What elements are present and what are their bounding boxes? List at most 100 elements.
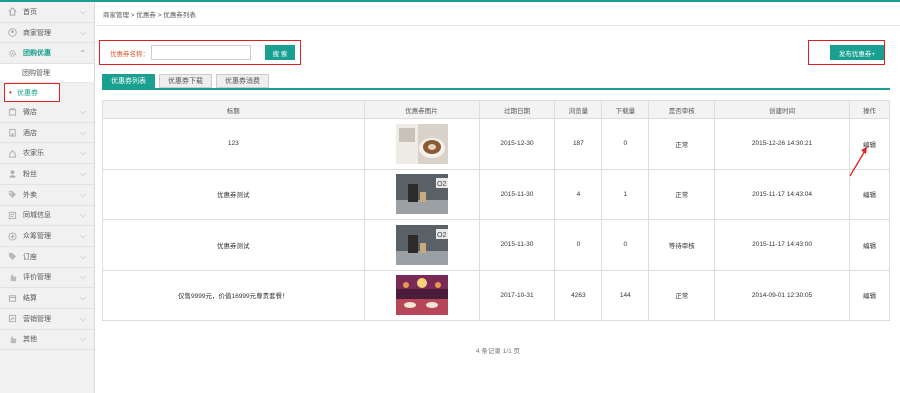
- edit-link[interactable]: 编辑: [849, 269, 890, 321]
- chevron-down-icon: ⌵: [79, 106, 86, 116]
- cell-image: O2: [363, 168, 480, 220]
- sidebar-item-local-info[interactable]: 同城信息 ⌵: [0, 206, 94, 227]
- bullet-icon: •: [9, 88, 12, 98]
- sidebar-item-label: 众筹管理: [23, 233, 51, 241]
- sidebar-item-label: 商家管理: [23, 29, 51, 37]
- svg-text:O2: O2: [437, 232, 446, 239]
- sidebar-item-label: 农家乐: [23, 150, 44, 158]
- seat-icon: [7, 252, 17, 262]
- sidebar-subitem-group-manage[interactable]: 团购管理: [0, 64, 94, 84]
- gear-icon: [7, 48, 17, 58]
- col-header-views: 浏览量: [554, 100, 603, 119]
- sidebar-item-settlement[interactable]: 结算 ⌵: [0, 288, 94, 309]
- sidebar-item-label: 评价管理: [23, 274, 51, 282]
- settle-icon: [7, 293, 17, 303]
- chevron-down-icon: ⌵: [79, 27, 86, 37]
- sidebar-item-label: 首页: [23, 8, 37, 16]
- chevron-down-icon: ⌵: [79, 293, 86, 303]
- other-icon: [7, 334, 17, 344]
- chevron-down-icon: ⌵: [79, 210, 86, 220]
- chevron-down-icon: ⌵: [79, 189, 86, 199]
- col-header-audit: 是否审核: [648, 100, 716, 119]
- sidebar-item-other[interactable]: 其他 ⌵: [0, 330, 94, 351]
- review-icon: [7, 272, 17, 282]
- sidebar-subitem-coupon[interactable]: • 优惠券: [4, 83, 60, 103]
- col-header-image: 优惠券图片: [363, 100, 480, 119]
- cell-created: 2014-09-01 12:30:05: [714, 269, 850, 321]
- cell-title: 仅售9999元，价值16999元尊贵套餐！: [102, 269, 365, 321]
- breadcrumb: 商家管理 > 优惠券 > 优惠券列表: [103, 12, 196, 19]
- sidebar-item-marketing[interactable]: 营销管理 ⌵: [0, 309, 94, 330]
- search-button[interactable]: 搜 索: [265, 45, 295, 60]
- cell-image: [363, 269, 480, 321]
- sidebar-item-label: 微店: [23, 108, 37, 116]
- chevron-down-icon: ⌵: [79, 148, 86, 158]
- col-header-title: 标题: [102, 100, 365, 119]
- svg-text:O2: O2: [437, 181, 446, 188]
- cell-expire: 2017-10-31: [478, 269, 556, 321]
- crowdfund-icon: [7, 231, 17, 241]
- sidebar-item-home[interactable]: 首页 ⌵: [0, 2, 94, 23]
- cell-expire: 2015-11-30: [478, 168, 556, 220]
- sidebar-item-label: 其他: [23, 336, 37, 344]
- marketing-icon: [7, 314, 17, 324]
- sidebar-item-label: 结算: [23, 295, 37, 303]
- sidebar-item-reviews[interactable]: 评价管理 ⌵: [0, 268, 94, 289]
- chevron-down-icon: ⌵: [79, 127, 86, 137]
- sidebar-item-fans[interactable]: 粉丝 ⌵: [0, 164, 94, 185]
- cell-audit: 正常: [648, 168, 716, 220]
- divider: [96, 25, 900, 26]
- chevron-down-icon: ⌵: [79, 334, 86, 344]
- pagination-info: 4 条记录 1/1 页: [475, 348, 521, 355]
- publish-coupon-button[interactable]: 发布优惠券+: [830, 45, 884, 60]
- chevron-up-icon: ⌃: [79, 48, 86, 58]
- shop-icon: [7, 107, 17, 117]
- annotation-arrow-icon: [849, 147, 867, 177]
- o2o-ad-photo: O2: [395, 174, 448, 215]
- chevron-down-icon: ⌵: [79, 313, 86, 323]
- fans-icon: [7, 169, 17, 179]
- sidebar-item-label: 同城信息: [23, 212, 51, 220]
- chevron-down-icon: ⌵: [79, 251, 86, 261]
- tab-coupon-list[interactable]: 优惠券列表: [102, 74, 155, 88]
- chevron-down-icon: ⌵: [79, 272, 86, 282]
- coffee-photo: [395, 123, 448, 164]
- user-icon: [7, 28, 17, 38]
- tag-icon: [7, 190, 17, 200]
- sidebar-item-label: 外卖: [23, 191, 37, 199]
- cell-downloads: 1: [601, 168, 650, 220]
- publish-highlight: 发布优惠券+: [808, 40, 885, 65]
- sidebar-item-crowdfund[interactable]: 众筹管理 ⌵: [0, 226, 94, 247]
- sidebar-item-hotel[interactable]: 酒店 ⌵: [0, 123, 94, 144]
- cell-downloads: 144: [601, 269, 650, 321]
- tab-coupon-download[interactable]: 优惠券下载: [159, 74, 212, 88]
- sidebar-item-merchant[interactable]: 商家管理 ⌵: [0, 23, 94, 44]
- cell-created: 2015-12-26 14:30:21: [714, 118, 850, 170]
- cell-downloads: 0: [601, 118, 650, 170]
- search-form: 优惠券名称： 搜 索: [99, 40, 301, 65]
- coupon-table: 标题 优惠券图片 过期日期 浏览量 下载量 是否审核 创建时间 操作 123 2…: [102, 100, 890, 321]
- sidebar-item-farm[interactable]: 农家乐 ⌵: [0, 143, 94, 165]
- sidebar-item-label: 酒店: [23, 129, 37, 137]
- edit-link[interactable]: 编辑: [849, 219, 890, 271]
- sidebar-item-takeout[interactable]: 外卖 ⌵: [0, 185, 94, 206]
- sidebar-item-label: 订座: [23, 253, 37, 261]
- sidebar-item-label: 团购优惠: [23, 50, 51, 58]
- cell-views: 4263: [554, 269, 603, 321]
- coupon-name-input[interactable]: [151, 45, 251, 60]
- sidebar-item-group-buy[interactable]: 团购优惠 ⌃: [0, 43, 94, 65]
- cell-image: O2: [363, 219, 480, 271]
- o2o-ad-photo: O2: [395, 224, 448, 265]
- sidebar-item-reservation[interactable]: 订座 ⌵: [0, 247, 94, 268]
- col-header-op: 操作: [849, 100, 890, 119]
- sidebar-item-microshop[interactable]: 微店 ⌵: [0, 102, 94, 123]
- table-row: 优惠券测试 O2 2015-11-30 4 1 正常 2015-11-17 14…: [102, 168, 890, 220]
- cell-downloads: 0: [601, 219, 650, 271]
- col-header-expire: 过期日期: [478, 100, 556, 119]
- tab-coupon-consume[interactable]: 优惠券消费: [216, 74, 269, 88]
- sidebar: 首页 ⌵ 商家管理 ⌵ 团购优惠 ⌃ 团购管理 • 优惠券 微店 ⌵ 酒店 ⌵ …: [0, 2, 95, 393]
- table-header-row: 标题 优惠券图片 过期日期 浏览量 下载量 是否审核 创建时间 操作: [102, 100, 890, 119]
- banquet-hall-photo: [395, 275, 448, 316]
- tab-bar: 优惠券列表 优惠券下载 优惠券消费: [102, 74, 269, 88]
- chevron-down-icon: ⌵: [79, 6, 86, 16]
